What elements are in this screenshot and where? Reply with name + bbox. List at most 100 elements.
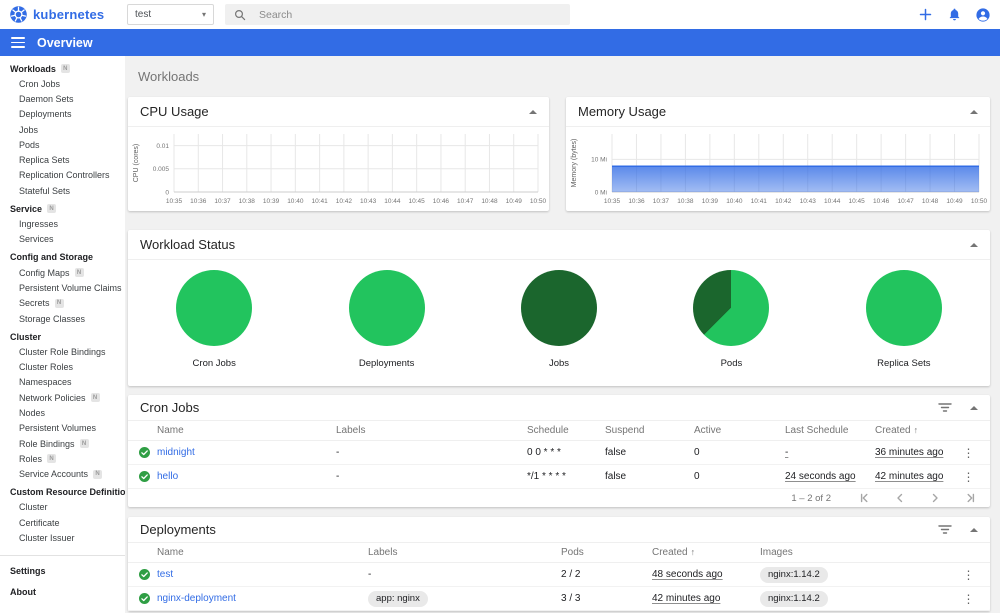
sidebar-item-cluster[interactable]: Cluster	[0, 500, 125, 515]
sidebar-item-config-maps[interactable]: Config Maps N	[0, 265, 125, 280]
deployments-card-header: Deployments	[128, 517, 990, 543]
sidebar-item-settings[interactable]: Settings	[0, 561, 125, 581]
sidebar-item-label: Cluster	[19, 502, 48, 513]
namespaced-badge: N	[60, 64, 70, 73]
sidebar-section-workloads[interactable]: Workloads N	[0, 61, 125, 76]
svg-text:10:50: 10:50	[971, 198, 988, 205]
sidebar-item-ingresses[interactable]: Ingresses	[0, 216, 125, 231]
row-actions-kebab-icon[interactable]: ⋮	[962, 470, 976, 484]
sidebar-item-label: Network Policies	[19, 392, 86, 403]
cronjob-link-hello[interactable]: hello	[157, 471, 178, 482]
app-bar: Overview	[0, 29, 1000, 56]
sidebar-item-cluster-role-bindings[interactable]: Cluster Role Bindings	[0, 344, 125, 359]
column-header-active[interactable]: Active	[694, 425, 785, 436]
sidebar-item-certificate[interactable]: Certificate	[0, 515, 125, 530]
namespaced-badge: N	[79, 439, 89, 449]
search-bar[interactable]	[225, 4, 570, 25]
column-header-label: Created	[875, 425, 911, 436]
sidebar-item-cluster-roles[interactable]: Cluster Roles	[0, 359, 125, 374]
search-input[interactable]	[259, 8, 561, 21]
column-header-created[interactable]: Created ↑	[652, 547, 760, 558]
row-actions-kebab-icon[interactable]: ⋮	[962, 568, 976, 582]
sidebar-section-custom-resource-definitions[interactable]: Custom Resource Definitions	[0, 485, 125, 500]
sidebar-item-persistent-volumes[interactable]: Persistent Volumes	[0, 421, 125, 436]
column-header-labels[interactable]: Labels	[336, 425, 527, 436]
column-header-images[interactable]: Images	[760, 547, 955, 558]
svg-text:10:44: 10:44	[384, 198, 401, 205]
sidebar-item-roles[interactable]: Roles N	[0, 451, 125, 466]
last-page-icon[interactable]	[964, 492, 976, 504]
user-account-icon[interactable]	[975, 7, 991, 23]
sidebar-item-label: Nodes	[19, 407, 46, 418]
workload-status-pies: Cron Jobs Deployments Jobs Pods Replica Sets	[128, 260, 990, 385]
image-chip: nginx:1.14.2	[760, 566, 828, 583]
column-header-labels[interactable]: Labels	[368, 547, 561, 558]
previous-page-icon[interactable]	[894, 492, 906, 504]
sidebar-section-cluster[interactable]: Cluster	[0, 329, 125, 344]
sidebar-item-replica-sets[interactable]: Replica Sets	[0, 152, 125, 167]
svg-text:0 Mi: 0 Mi	[595, 189, 607, 196]
last-schedule-cell-value: -	[785, 447, 789, 458]
svg-text:10:40: 10:40	[287, 198, 304, 205]
collapse-card-icon[interactable]	[970, 109, 978, 114]
row-actions-kebab-icon[interactable]: ⋮	[962, 592, 976, 606]
sidebar-item-label: Namespaces	[19, 377, 72, 388]
deployment-link-nginx-deployment[interactable]: nginx-deployment	[157, 593, 236, 604]
status-cell	[128, 569, 157, 580]
sidebar-section-service[interactable]: Service N	[0, 201, 125, 216]
next-page-icon[interactable]	[929, 492, 941, 504]
first-page-icon[interactable]	[859, 492, 871, 504]
column-header-created[interactable]: Created ↑	[875, 425, 955, 436]
sidebar-item-daemon-sets[interactable]: Daemon Sets	[0, 91, 125, 106]
sidebar-item-nodes[interactable]: Nodes	[0, 405, 125, 420]
sidebar-item-pods[interactable]: Pods	[0, 137, 125, 152]
deployment-link-test[interactable]: test	[157, 569, 173, 580]
sidebar-item-secrets[interactable]: Secrets N	[0, 296, 125, 311]
sidebar-item-persistent-volume-claims[interactable]: Persistent Volume ClaimsN	[0, 280, 125, 295]
column-header-name[interactable]: Name	[157, 425, 336, 436]
svg-text:10:41: 10:41	[751, 198, 768, 205]
column-header-suspend[interactable]: Suspend	[605, 425, 694, 436]
hamburger-menu-icon[interactable]	[11, 37, 25, 48]
sidebar-item-network-policies[interactable]: Network Policies N	[0, 390, 125, 405]
pie-chart-replica-sets	[865, 270, 942, 346]
sidebar-item-service-accounts[interactable]: Service Accounts N	[0, 467, 125, 482]
pods-cell: 3 / 3	[561, 593, 652, 604]
sidebar-item-role-bindings[interactable]: Role Bindings N	[0, 436, 125, 451]
collapse-card-icon[interactable]	[529, 109, 537, 114]
column-header-pods[interactable]: Pods	[561, 547, 652, 558]
notifications-bell-icon[interactable]	[946, 7, 962, 23]
sidebar-item-label: Storage Classes	[19, 313, 86, 324]
cronjob-link-midnight[interactable]: midnight	[157, 447, 195, 458]
svg-text:10:48: 10:48	[481, 198, 498, 205]
sidebar-item-cluster-issuer[interactable]: Cluster Issuer	[0, 530, 125, 545]
sidebar-item-label: Roles	[19, 453, 43, 464]
sidebar-item-label: Daemon Sets	[19, 93, 74, 104]
sidebar-item-deployments[interactable]: Deployments	[0, 107, 125, 122]
created-cell-value: 42 minutes ago	[875, 471, 944, 482]
collapse-card-icon[interactable]	[970, 527, 978, 532]
column-header-schedule[interactable]: Schedule	[527, 425, 605, 436]
namespace-select[interactable]: test ▾	[127, 4, 214, 25]
collapse-card-icon[interactable]	[970, 405, 978, 410]
sidebar-item-services[interactable]: Services	[0, 232, 125, 247]
create-resource-plus-icon[interactable]	[917, 7, 933, 23]
svg-text:10:44: 10:44	[824, 198, 841, 205]
column-header-name[interactable]: Name	[157, 547, 368, 558]
filter-list-icon[interactable]	[938, 401, 952, 414]
column-header-last-schedule[interactable]: Last Schedule	[785, 425, 875, 436]
sidebar-item-cron-jobs[interactable]: Cron Jobs	[0, 76, 125, 91]
sidebar-item-stateful-sets[interactable]: Stateful Sets	[0, 183, 125, 198]
sidebar-item-replication-controllers[interactable]: Replication Controllers	[0, 168, 125, 183]
sidebar-item-jobs[interactable]: Jobs	[0, 122, 125, 137]
row-actions-kebab-icon[interactable]: ⋮	[962, 446, 976, 460]
sidebar-section-config-and-storage[interactable]: Config and Storage	[0, 250, 125, 265]
sidebar-item-namespaces[interactable]: Namespaces	[0, 375, 125, 390]
sidebar-item-about[interactable]: About	[0, 582, 125, 602]
sidebar-item-label: Replication Controllers	[19, 170, 110, 181]
kubernetes-logo[interactable]: kubernetes	[10, 0, 104, 29]
collapse-card-icon[interactable]	[970, 242, 978, 247]
sidebar-item-storage-classes[interactable]: Storage Classes	[0, 311, 125, 326]
status-ok-icon	[139, 447, 150, 458]
filter-list-icon[interactable]	[938, 523, 952, 536]
